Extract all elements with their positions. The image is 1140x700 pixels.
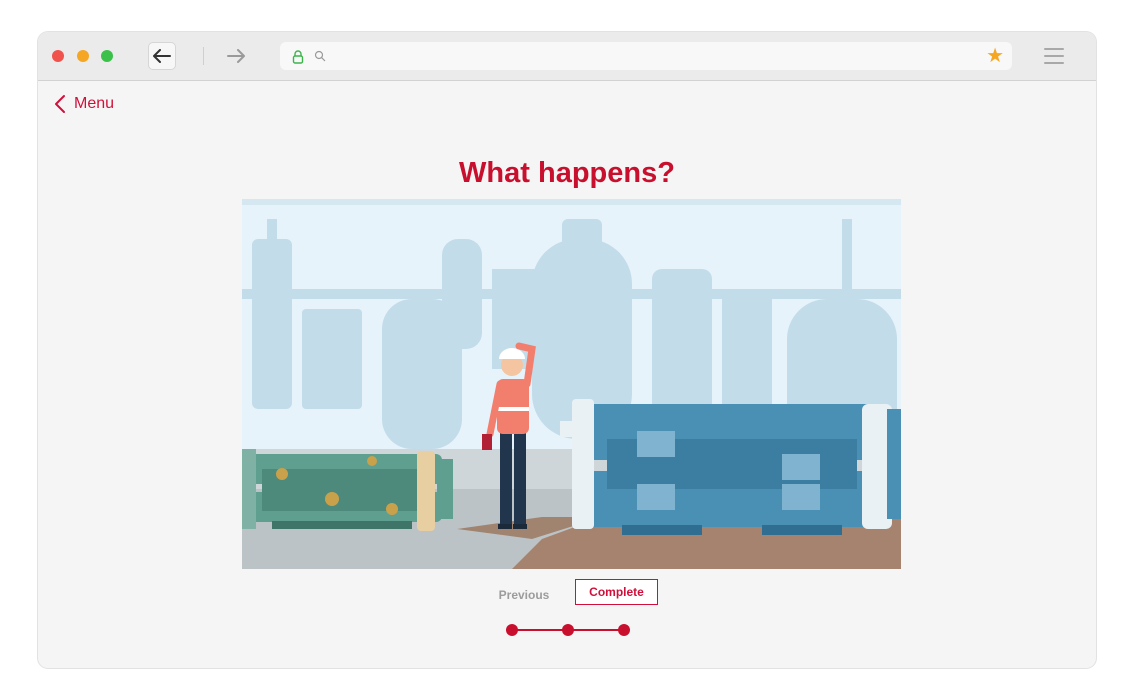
address-bar[interactable]: ★ [280,42,1012,70]
minimize-window-button[interactable] [77,50,89,62]
hamburger-menu-icon[interactable] [1044,48,1064,64]
previous-button[interactable]: Previous [493,585,555,605]
complete-button[interactable]: Complete [575,579,658,605]
close-window-button[interactable] [52,50,64,62]
back-button[interactable] [148,42,176,70]
progress-step-2 [562,624,574,636]
maximize-window-button[interactable] [101,50,113,62]
progress-step-3 [618,624,630,636]
scene-illustration [242,199,901,569]
browser-window: ★ Menu What happens? Previous Complete [38,32,1096,668]
progress-indicator [506,624,630,636]
progress-step-1 [506,624,518,636]
forward-arrow-icon [227,49,245,63]
menu-label: Menu [74,95,115,112]
star-icon[interactable]: ★ [986,45,1004,67]
forward-button[interactable] [222,42,250,70]
chevron-left-icon [55,95,65,113]
menu-link[interactable]: Menu [54,94,114,114]
search-icon [314,50,326,62]
lock-icon [292,50,304,64]
back-arrow-icon [153,49,171,63]
nav-separator [203,47,204,65]
browser-toolbar: ★ [38,32,1096,81]
page-title: What happens? [459,157,675,189]
